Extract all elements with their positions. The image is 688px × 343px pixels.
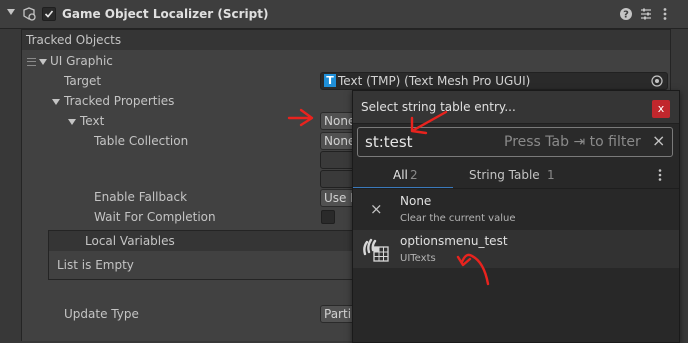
annotation-arrow-item (456, 253, 490, 286)
annotation-arrow-text (287, 108, 314, 127)
annotation-arrow-search (410, 110, 448, 135)
annotation-arrows (287, 108, 490, 286)
